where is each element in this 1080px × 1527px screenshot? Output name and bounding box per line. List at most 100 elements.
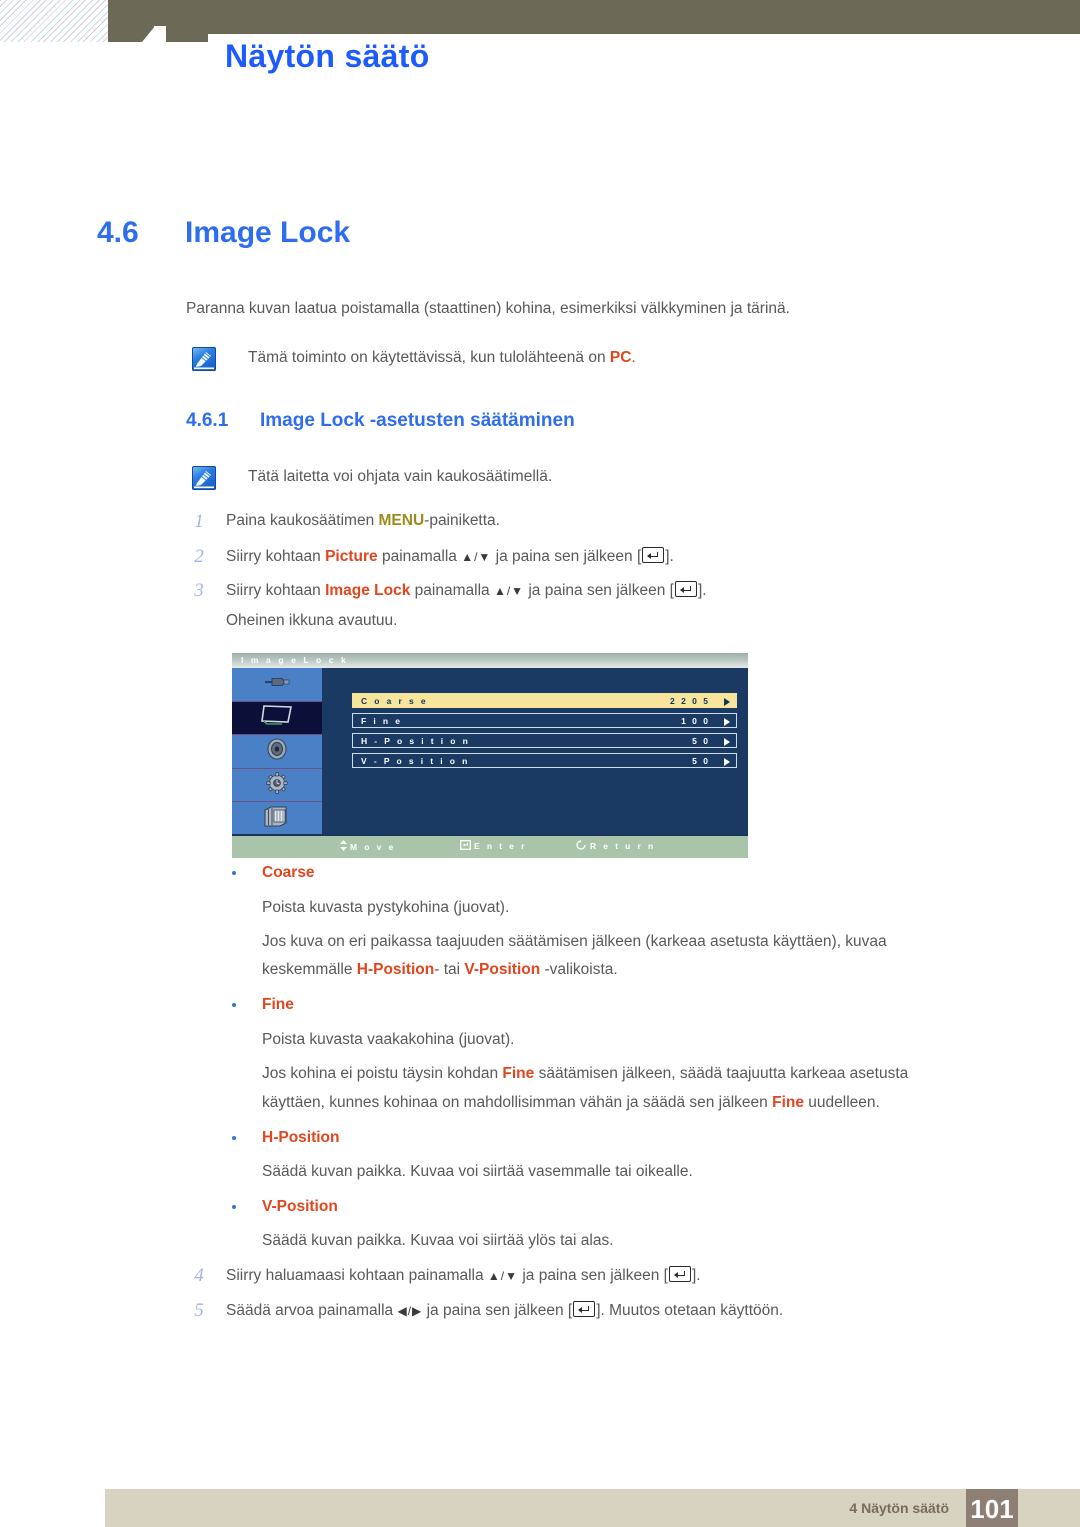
section-number: 4.6 xyxy=(97,216,139,249)
decorative-hatch-pattern xyxy=(0,0,108,42)
bullet-body-line: Säädä kuvan paikka. Kuvaa voi siirtää yl… xyxy=(262,1230,614,1252)
step-3-part-0: Siirry kohtaan xyxy=(226,582,326,599)
osd-sidebar-item-sound[interactable] xyxy=(232,735,322,769)
step-number-2: 2 xyxy=(194,546,204,567)
bullet-title-text: Coarse xyxy=(262,864,315,881)
bullet-3-line-0-part-0: Säädä kuvan paikka. Kuvaa voi siirtää yl… xyxy=(262,1232,614,1249)
osd-sidebar-item-setup[interactable] xyxy=(232,769,322,803)
osd-row-label: H - P o s i t i o n xyxy=(361,736,471,746)
step-2-part-3: ▲/▼ xyxy=(461,550,492,564)
osd-sidebar-item-picture[interactable] xyxy=(232,701,322,736)
step-3-part-2: painamalla xyxy=(410,582,494,599)
step-4-part-0: Siirry haluamaasi kohtaan painamalla xyxy=(226,1267,488,1284)
osd-footer-enter[interactable]: E n t e r xyxy=(460,840,527,852)
osd-content-area: C o a r s e 2 2 0 5 F i n e 1 0 0 H - P o s … xyxy=(322,668,748,836)
osd-footer-move-label: M o v e xyxy=(350,842,396,852)
monitor-screen-icon xyxy=(260,703,294,732)
bullet-title-text: Fine xyxy=(262,996,294,1013)
osd-row-value: 5 0 xyxy=(692,736,710,746)
note-callout-1: Tämä toiminto on käytettävissä, kun tulo… xyxy=(192,347,892,373)
step-item-4: 4 Siirry haluamaasi kohtaan painamalla ▲/… xyxy=(194,1265,700,1286)
step-number-5: 5 xyxy=(194,1300,204,1321)
step-3-part-1: Image Lock xyxy=(325,582,411,599)
note-pen-icon xyxy=(192,466,216,490)
chevron-right-icon[interactable] xyxy=(724,697,730,706)
subsection-title: Image Lock -asetusten säätäminen xyxy=(260,410,575,431)
bullet-body-line: Jos kuva on eri paikassa taajuuden säätä… xyxy=(262,931,887,953)
step-item-3: 3 Siirry kohtaan Image Lock painamalla ▲/… xyxy=(194,580,706,601)
bullet-dot-icon xyxy=(232,1003,236,1007)
bullet-body-line: Säädä kuvan paikka. Kuvaa voi siirtää va… xyxy=(262,1161,693,1183)
osd-row-label: F i n e xyxy=(361,716,403,726)
bullet-dot-icon xyxy=(232,1136,236,1140)
osd-sidebar xyxy=(232,668,322,836)
enter-key-icon xyxy=(573,1301,596,1317)
header-olive-bar xyxy=(108,0,1080,34)
footer-chapter-label: 4 Näytön säätö xyxy=(849,1500,949,1516)
chevron-right-icon[interactable] xyxy=(724,737,730,746)
osd-row-2[interactable]: H - P o s i t i o n 5 0 xyxy=(352,733,737,748)
osd-row-3[interactable]: V - P o s i t i o n 5 0 xyxy=(352,753,737,768)
bullet-1-line-1-part-2: säätämisen jälkeen, säädä taajuutta kark… xyxy=(534,1065,909,1082)
chevron-right-icon[interactable] xyxy=(724,757,730,766)
bullet-1-line-2-part-0: käyttäen, kunnes kohinaa on mahdollisimm… xyxy=(262,1094,773,1111)
step-3-followup: Oheinen ikkuna avautuu. xyxy=(226,612,398,629)
osd-row-label: C o a r s e xyxy=(361,696,429,706)
osd-row-value: 1 0 0 xyxy=(681,716,710,726)
step-text-1: Paina kaukosäätimen MENU-painiketta. xyxy=(226,512,500,529)
osd-title-text: I m a g e L o c k xyxy=(241,655,349,665)
step-1-part-0: Paina kaukosäätimen xyxy=(226,512,379,529)
enter-key-icon xyxy=(668,1266,691,1282)
osd-row-value: 5 0 xyxy=(692,756,710,766)
section-heading: 4.6 Image Lock xyxy=(97,216,350,250)
osd-sidebar-item-input[interactable] xyxy=(232,668,322,702)
enter-key-icon xyxy=(642,547,665,563)
bullet-title-text: V-Position xyxy=(262,1198,338,1215)
up-down-arrow-icon xyxy=(340,840,347,853)
note-1-highlight: PC xyxy=(609,349,632,366)
section-title: Image Lock xyxy=(185,216,351,249)
bullet-0-line-2-part-2: - tai xyxy=(434,961,465,978)
subsection-number: 4.6.1 xyxy=(186,410,229,431)
step-5-part-2: ja paina sen jälkeen [ xyxy=(422,1302,573,1319)
osd-sidebar-item-multi[interactable] xyxy=(232,802,322,836)
osd-row-1[interactable]: F i n e 1 0 0 xyxy=(352,713,737,728)
chevron-right-icon[interactable] xyxy=(724,717,730,726)
bullet-0-line-2-part-0: keskemmälle xyxy=(262,961,357,978)
step-2-part-4: ja paina sen jälkeen [ xyxy=(491,548,642,565)
osd-menu-screenshot: I m a g e L o c k C o a r s e 2 2 0 5 F … xyxy=(232,653,748,858)
bullet-dot-icon xyxy=(232,1205,236,1209)
bullet-1-line-1-part-0: Jos kohina ei poistu täysin kohdan xyxy=(262,1065,503,1082)
step-2-part-6: ]. xyxy=(665,548,674,565)
bullet-body-line: Poista kuvasta pystykohina (juovat). xyxy=(262,897,509,919)
osd-footer-bar: M o v e E n t e r R e t u r n xyxy=(232,834,748,858)
step-2-part-2: painamalla xyxy=(377,548,462,565)
note-1-text-before: Tämä toiminto on käytettävissä, kun tulo… xyxy=(248,349,610,366)
osd-footer-return[interactable]: R e t u r n xyxy=(576,840,656,852)
bullet-body-line: Jos kohina ei poistu täysin kohdan Fine … xyxy=(262,1063,908,1085)
step-text-2: Siirry kohtaan Picture painamalla ▲/▼ ja… xyxy=(226,547,674,565)
step-5-part-0: Säädä arvoa painamalla xyxy=(226,1302,398,1319)
bullet-title-text: H-Position xyxy=(262,1129,340,1146)
osd-row-label: V - P o s i t i o n xyxy=(361,756,470,766)
gear-setup-icon xyxy=(264,771,290,800)
bullet-0-line-2-part-4: -valikoista. xyxy=(540,961,618,978)
bullet-0-line-2-part-1: H-Position xyxy=(356,961,435,978)
osd-footer-move[interactable]: M o v e xyxy=(340,840,396,853)
bullet-body-line: käyttäen, kunnes kohinaa on mahdollisimm… xyxy=(262,1092,880,1114)
input-connector-icon xyxy=(262,675,292,694)
note-1-text-after: . xyxy=(631,349,636,366)
step-2-part-0: Siirry kohtaan xyxy=(226,548,326,565)
bullet-0-line-2-part-3: V-Position xyxy=(464,961,541,978)
bullet-1-line-2-part-2: uudelleen. xyxy=(803,1094,880,1111)
step-2-part-1: Picture xyxy=(325,548,378,565)
bullet-2-line-0-part-0: Säädä kuvan paikka. Kuvaa voi siirtää va… xyxy=(262,1163,693,1180)
note-callout-2: Tätä laitetta voi ohjata vain kaukosääti… xyxy=(192,466,892,492)
step-5-part-4: ]. Muutos otetaan käyttöön. xyxy=(596,1302,784,1319)
bullet-1-line-0-part-0: Poista kuvasta vaakakohina (juovat). xyxy=(262,1031,515,1048)
step-text-5: Säädä arvoa painamalla ◀/▶ ja paina sen … xyxy=(226,1301,784,1319)
bullet-1-line-2-part-1: Fine xyxy=(772,1094,804,1111)
enter-key-icon xyxy=(460,840,471,852)
enter-key-icon xyxy=(674,581,697,597)
osd-row-0[interactable]: C o a r s e 2 2 0 5 xyxy=(352,693,737,708)
